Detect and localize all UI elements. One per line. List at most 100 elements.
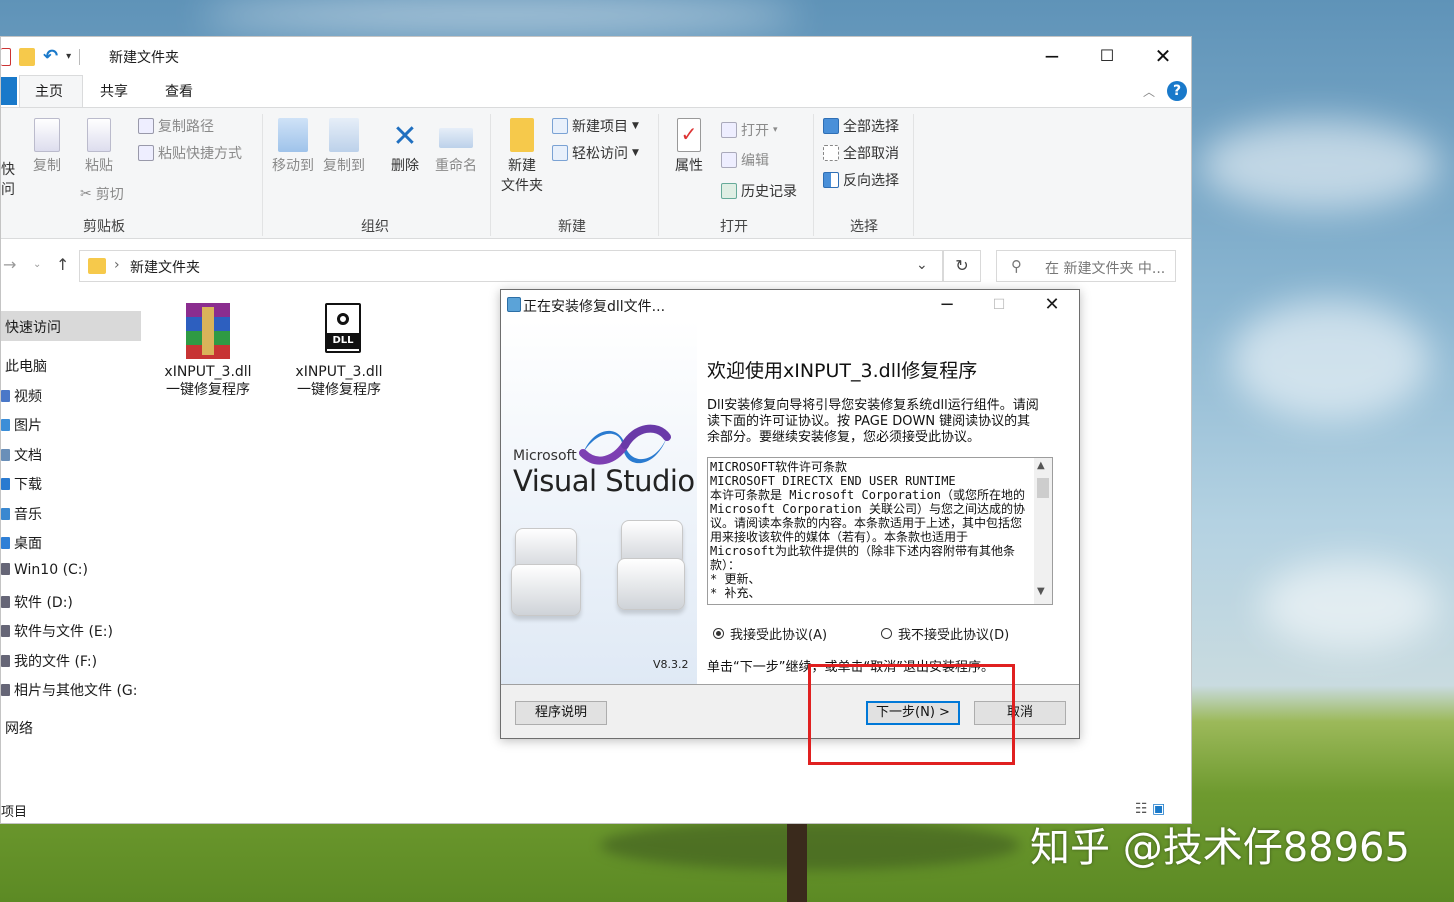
- copy-path-button[interactable]: 复制路径: [138, 116, 214, 136]
- recent-dropdown-icon[interactable]: ⌄: [33, 259, 41, 270]
- explorer-titlebar: ↶ ▾ 新建文件夹 − ☐ ✕: [1, 37, 1191, 75]
- nav-item[interactable]: 软件与文件 (E:): [1, 621, 113, 641]
- help-icon[interactable]: ?: [1167, 81, 1187, 101]
- tab-view[interactable]: 查看: [165, 81, 193, 101]
- nav-this-pc[interactable]: 此电脑: [5, 356, 47, 376]
- new-folder-button[interactable]: 新建 文件夹: [497, 118, 547, 196]
- scroll-down-icon[interactable]: ▼: [1037, 586, 1045, 597]
- large-icons-view-icon[interactable]: ▣: [1152, 801, 1165, 817]
- address-box[interactable]: › 新建文件夹 ⌄: [79, 250, 943, 282]
- minimize-button[interactable]: −: [1029, 42, 1075, 70]
- qat-dropdown-icon[interactable]: ▾: [66, 51, 71, 62]
- new-item-icon: [552, 118, 568, 134]
- open-button[interactable]: 打开 ▾: [721, 120, 778, 140]
- search-placeholder: 在 新建文件夹 中...: [1045, 261, 1166, 277]
- open-group-label: 打开: [720, 219, 748, 235]
- copy-to-button[interactable]: 复制到: [320, 118, 368, 176]
- forward-arrow-icon[interactable]: →: [3, 255, 16, 274]
- nav-item[interactable]: 下载: [1, 474, 42, 494]
- breadcrumb-chevron-icon[interactable]: ›: [114, 257, 120, 273]
- copy-path-icon: [138, 118, 154, 134]
- nav-item[interactable]: 音乐: [1, 504, 42, 524]
- address-dropdown-icon[interactable]: ⌄: [916, 257, 928, 273]
- address-path[interactable]: 新建文件夹: [130, 257, 200, 277]
- copy-button[interactable]: 复制: [29, 118, 65, 176]
- installer-minimize-button[interactable]: −: [929, 292, 965, 318]
- history-button[interactable]: 历史记录: [721, 181, 797, 201]
- ribbon-separator: [490, 114, 491, 236]
- new-item-button[interactable]: 新建项目 ▼: [552, 116, 639, 136]
- file-item-dll[interactable]: DLL xINPUT_3.dll 一键修复程序: [284, 303, 394, 399]
- paste-label: 粘贴: [85, 158, 113, 174]
- nav-item[interactable]: 相片与其他文件 (G:: [1, 680, 137, 700]
- ribbon-collapse-icon[interactable]: ︿: [1143, 83, 1155, 100]
- paste-shortcut-icon: [138, 145, 154, 161]
- installer-close-button[interactable]: ✕: [1034, 292, 1070, 318]
- pin-quick-access-button[interactable]: 快 问: [1, 160, 21, 200]
- nav-item[interactable]: 图片: [1, 415, 42, 435]
- move-to-label: 移动到: [272, 158, 314, 174]
- tab-share[interactable]: 共享: [100, 81, 128, 101]
- tab-home[interactable]: 主页: [35, 81, 63, 101]
- nav-item[interactable]: Win10 (C:): [1, 562, 88, 578]
- scroll-up-icon[interactable]: ▲: [1037, 460, 1045, 471]
- nav-item[interactable]: 软件 (D:): [1, 592, 73, 612]
- paste-button[interactable]: 粘贴: [81, 118, 117, 176]
- dll-file-icon: DLL: [309, 303, 369, 359]
- nav-network[interactable]: 网络: [5, 718, 33, 738]
- details-view-icon[interactable]: ☷: [1135, 801, 1148, 817]
- nav-item-icon: [1, 507, 10, 520]
- nav-item-label: 下载: [14, 477, 42, 494]
- move-to-button[interactable]: 移动到: [269, 118, 317, 176]
- file-name-line2: 一键修复程序: [166, 382, 250, 398]
- program-info-button[interactable]: 程序说明: [515, 701, 607, 725]
- new-folder-icon[interactable]: [19, 47, 35, 66]
- rename-button[interactable]: 重命名: [431, 118, 481, 176]
- paste-shortcut-label: 粘贴快捷方式: [158, 146, 242, 162]
- ribbon-separator: [262, 114, 263, 236]
- search-input[interactable]: ⚲ 在 新建文件夹 中...: [996, 250, 1176, 282]
- cut-button[interactable]: ✂ 剪切: [80, 184, 124, 204]
- winrar-archive-icon: [178, 303, 238, 359]
- select-none-label: 全部取消: [843, 146, 899, 162]
- refresh-button[interactable]: ↻: [943, 250, 981, 282]
- up-arrow-icon[interactable]: ↑: [56, 255, 69, 274]
- edit-button[interactable]: 编辑: [721, 150, 769, 170]
- nav-item[interactable]: 我的文件 (F:): [1, 651, 97, 671]
- invert-selection-button[interactable]: 反向选择: [823, 170, 899, 190]
- easy-access-button[interactable]: 轻松访问 ▼: [552, 143, 639, 163]
- easy-access-label: 轻松访问: [572, 146, 628, 162]
- nav-item[interactable]: 桌面: [1, 533, 42, 553]
- rename-icon: [439, 128, 473, 148]
- scissors-icon: ✂: [80, 186, 92, 202]
- nav-quick-access[interactable]: 快速访问: [5, 317, 61, 337]
- invert-selection-icon: [823, 172, 839, 188]
- decline-radio[interactable]: 我不接受此协议(D): [881, 624, 1009, 643]
- select-all-button[interactable]: 全部选择: [823, 116, 899, 136]
- select-all-label: 全部选择: [843, 119, 899, 135]
- nav-item[interactable]: 文档: [1, 445, 42, 465]
- paste-shortcut-button[interactable]: 粘贴快捷方式: [138, 143, 242, 163]
- properties-button[interactable]: ✓ 属性: [667, 118, 711, 176]
- dropdown-arrow-icon: ▼: [632, 121, 639, 131]
- ribbon-home: 快 问 复制 粘贴 复制路径 粘贴快捷方式 ✂ 剪切 剪贴板 移动到 复制到 ✕…: [1, 107, 1191, 239]
- scroll-thumb[interactable]: [1037, 478, 1049, 498]
- license-scrollbar[interactable]: ▲ ▼: [1034, 458, 1052, 604]
- delete-button[interactable]: ✕ 删除: [385, 118, 425, 176]
- undo-icon[interactable]: ↶: [43, 46, 58, 67]
- license-textarea[interactable]: MICROSOFT软件许可条款 MICROSOFT DIRECTX END US…: [707, 457, 1053, 605]
- maximize-button[interactable]: ☐: [1084, 42, 1130, 70]
- accept-radio[interactable]: 我接受此协议(A): [713, 624, 827, 643]
- properties-check-icon[interactable]: [1, 47, 11, 66]
- view-toggle: ☷ ▣: [1135, 801, 1165, 817]
- installer-description: Dll安装修复向导将引导您安装修复系统dll运行组件。请阅读下面的许可证协议。按…: [707, 398, 1039, 445]
- decline-label: 我不接受此协议(D): [898, 628, 1010, 643]
- select-none-button[interactable]: 全部取消: [823, 143, 899, 163]
- file-item-winrar[interactable]: xINPUT_3.dll 一键修复程序: [153, 303, 263, 399]
- nav-item-icon: [1, 654, 10, 667]
- nav-item[interactable]: 视频: [1, 386, 42, 406]
- status-bar: 项目 ☷ ▣: [1, 799, 1191, 823]
- copy-label: 复制: [33, 158, 61, 174]
- close-button[interactable]: ✕: [1140, 42, 1186, 70]
- file-tab[interactable]: [1, 77, 17, 105]
